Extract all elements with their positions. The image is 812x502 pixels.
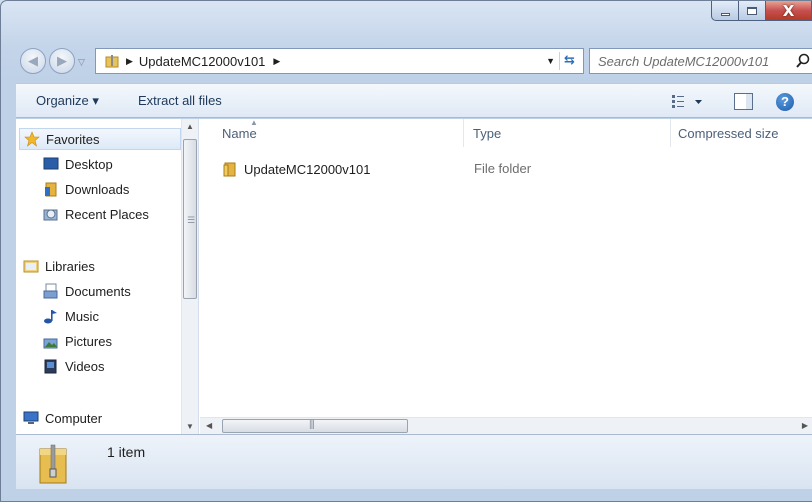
grip-icon: ☰ — [187, 215, 196, 225]
nav-item-music[interactable]: Music — [43, 305, 99, 327]
recent-pages-dropdown[interactable]: ▽ — [78, 57, 85, 68]
maximize-button[interactable] — [739, 1, 766, 21]
star-icon — [24, 131, 40, 147]
extract-all-files-button[interactable]: Extract all files — [138, 93, 222, 108]
nav-label: Libraries — [45, 258, 95, 274]
maximize-icon — [747, 6, 757, 15]
nav-item-videos[interactable]: Videos — [43, 355, 105, 377]
explorer-window: X ◀ ▶ ▽ ▶ UpdateMC12000v101 ▶ ▼ ⇆ Search… — [0, 0, 812, 502]
horizontal-scrollbar[interactable]: ◀ ||| ▶ — [200, 417, 812, 434]
search-icon[interactable] — [795, 53, 811, 69]
file-list: ▲ Name Type Compressed size UpdateMC1200… — [200, 118, 812, 434]
back-arrow-icon: ◀ — [28, 53, 38, 68]
scroll-up-arrow-icon[interactable]: ▲ — [186, 122, 194, 131]
breadcrumb-separator-icon[interactable]: ▶ — [126, 56, 133, 67]
videos-icon — [44, 359, 57, 374]
column-header-name[interactable]: Name — [222, 126, 257, 141]
pictures-icon — [43, 338, 58, 349]
search-box[interactable]: Search UpdateMC12000v101 — [589, 48, 812, 74]
breadcrumb-chevron-icon[interactable]: ▶ — [273, 56, 280, 67]
navigation-vertical-scrollbar[interactable]: ▲ ☰ ▼ — [181, 119, 198, 434]
main-area: Favorites Desktop Downloads Recent Place… — [16, 118, 812, 434]
item-count: 1 item — [107, 444, 146, 460]
column-divider[interactable] — [670, 119, 671, 147]
help-button[interactable]: ? — [776, 93, 794, 111]
navigation-row: ◀ ▶ ▽ ▶ UpdateMC12000v101 ▶ ▼ ⇆ Search U… — [1, 44, 812, 74]
music-icon — [44, 310, 57, 324]
column-divider[interactable] — [463, 119, 464, 147]
downloads-folder-icon — [45, 182, 57, 197]
nav-item-downloads[interactable]: Downloads — [43, 178, 129, 200]
help-icon: ? — [781, 94, 789, 109]
folder-icon — [223, 162, 236, 177]
nav-item-computer[interactable]: Computer — [23, 407, 102, 429]
scroll-down-arrow-icon[interactable]: ▼ — [186, 422, 194, 431]
file-type: File folder — [474, 161, 532, 176]
forward-button[interactable]: ▶ — [49, 48, 75, 74]
recent-places-icon — [43, 209, 58, 221]
nav-label: Computer — [45, 410, 103, 426]
minimize-button[interactable] — [711, 1, 739, 21]
scroll-thumb[interactable]: ☰ — [183, 139, 197, 299]
nav-item-recent-places[interactable]: Recent Places — [43, 203, 149, 225]
preview-pane-button[interactable] — [734, 93, 753, 110]
address-bar[interactable]: ▶ UpdateMC12000v101 ▶ ▼ ⇆ — [95, 48, 584, 74]
refresh-button[interactable]: ⇆ — [559, 52, 579, 70]
address-dropdown-icon[interactable]: ▼ — [546, 56, 555, 66]
nav-label: Videos — [65, 358, 105, 374]
column-header-type[interactable]: Type — [473, 126, 501, 141]
nav-item-pictures[interactable]: Pictures — [43, 330, 112, 352]
nav-label: Recent Places — [65, 206, 149, 222]
search-input[interactable]: Search UpdateMC12000v101 — [598, 54, 769, 69]
file-name: UpdateMC12000v101 — [244, 161, 371, 177]
grip-icon: ||| — [309, 419, 315, 430]
column-header-compressed-size[interactable]: Compressed size — [678, 126, 778, 141]
zip-folder-large-icon — [39, 444, 67, 484]
back-button[interactable]: ◀ — [20, 48, 46, 74]
computer-icon — [23, 411, 39, 424]
nav-item-documents[interactable]: Documents — [43, 280, 131, 302]
forward-arrow-icon: ▶ — [57, 53, 67, 68]
scroll-left-arrow-icon[interactable]: ◀ — [206, 421, 212, 430]
nav-label: Downloads — [65, 181, 130, 197]
close-icon: X — [782, 1, 795, 20]
nav-item-favorites[interactable]: Favorites — [19, 128, 181, 150]
command-bar: Organize ▾ Extract all files ? — [16, 83, 812, 118]
scroll-thumb[interactable]: ||| — [222, 419, 408, 433]
desktop-icon — [43, 157, 59, 170]
libraries-icon — [23, 260, 39, 273]
documents-icon — [43, 283, 58, 299]
change-view-button[interactable] — [671, 93, 711, 109]
scroll-right-arrow-icon[interactable]: ▶ — [802, 421, 808, 430]
minimize-icon — [720, 12, 730, 16]
close-button[interactable]: X — [766, 1, 812, 21]
caption-buttons: X — [711, 1, 812, 23]
nav-item-libraries[interactable]: Libraries — [23, 255, 95, 277]
breadcrumb-segment[interactable]: UpdateMC12000v101 — [139, 54, 265, 69]
nav-item-desktop[interactable]: Desktop — [43, 153, 113, 175]
zip-folder-icon — [105, 55, 119, 68]
navigation-pane: Favorites Desktop Downloads Recent Place… — [16, 119, 199, 434]
nav-label: Pictures — [65, 333, 112, 349]
nav-label: Documents — [65, 283, 131, 299]
column-header-row: ▲ Name Type Compressed size — [200, 118, 812, 147]
organize-button[interactable]: Organize ▾ — [36, 93, 99, 109]
details-pane: 1 item — [16, 434, 812, 489]
file-row[interactable]: UpdateMC12000v101 — [222, 161, 370, 177]
nav-label: Favorites — [46, 131, 100, 147]
nav-label: Music — [65, 308, 99, 324]
nav-label: Desktop — [65, 156, 113, 172]
